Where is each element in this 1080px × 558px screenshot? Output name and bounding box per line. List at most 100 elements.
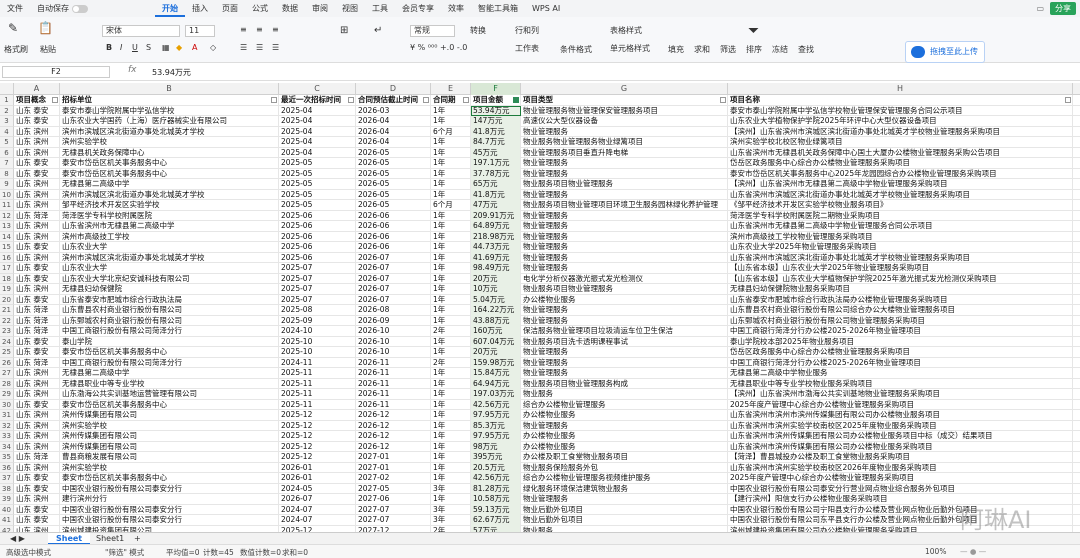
cell-style-button[interactable]: 单元格样式 (610, 43, 650, 54)
row-header[interactable]: 11 (0, 200, 14, 211)
table-cell[interactable]: 泰安市岱岳区机关事务服务中心 (60, 473, 279, 484)
row-header[interactable]: 14 (0, 231, 14, 242)
table-cell[interactable]: 2026-05 (356, 200, 431, 211)
table-cell[interactable]: 218.98万元 (471, 231, 521, 242)
table-cell[interactable]: 42.56万元 (471, 473, 521, 484)
table-cell[interactable]: 无棣县职业中等专业学校 (60, 378, 279, 389)
table-cell[interactable]: 中国工商银行股份有限公司菏泽分行 (60, 357, 279, 368)
table-cell[interactable]: 物业服务项目物业管理服务构成 (521, 378, 728, 389)
table-cell[interactable]: 山东 泰安 (14, 473, 60, 484)
table-cell[interactable]: 2026-06 (356, 231, 431, 242)
column-header-a[interactable]: A (14, 83, 60, 95)
table-cell[interactable]: 10.58万元 (471, 494, 521, 505)
table-cell[interactable]: 电化学分析仪器激光振式发光检测仪 (521, 273, 728, 284)
table-cell[interactable]: 物业管理服务项目垂直升降电梯 (521, 147, 728, 158)
table-cell[interactable]: 2025-07 (279, 284, 356, 295)
row-header[interactable]: 7 (0, 158, 14, 169)
table-cell[interactable]: 15.84万元 (471, 368, 521, 379)
menu-view[interactable]: 视图 (335, 0, 365, 17)
table-cell[interactable]: 45万元 (471, 147, 521, 158)
table-cell[interactable]: 山东 滨州 (14, 200, 60, 211)
table-cell[interactable]: 41.69万元 (471, 252, 521, 263)
table-cell[interactable]: 2026-12 (356, 410, 431, 421)
row-header[interactable]: 16 (0, 252, 14, 263)
table-cell[interactable]: 办公楼物业服务 (521, 410, 728, 421)
table-cell[interactable]: 建行滨州分行 (60, 494, 279, 505)
table-cell[interactable]: 物业管理服务 (521, 315, 728, 326)
header-cell[interactable]: 合同期 (431, 95, 471, 106)
row-header[interactable]: 34 (0, 441, 14, 452)
row-header[interactable]: 25 (0, 347, 14, 358)
table-cell[interactable]: 2025-07 (279, 294, 356, 305)
strikethrough-icon[interactable]: S (146, 43, 151, 52)
table-cell[interactable]: 2027-07 (356, 504, 431, 515)
table-cell[interactable]: 物业后勤外包项目 (521, 504, 728, 515)
table-cell[interactable]: 岱岳区政务服务中心综合办公楼物业管理服务采购项目 (728, 347, 1073, 358)
table-cell[interactable]: 山东 滨州 (14, 389, 60, 400)
upload-dropzone[interactable]: 拖拽至此上传 (905, 41, 985, 63)
table-cell[interactable]: 山东省泰安市肥城市综合行政执法局办公楼物业管理服务采购项目 (728, 294, 1073, 305)
align-center-icon[interactable]: ☰ (256, 43, 263, 52)
table-cell[interactable]: 98.49万元 (471, 263, 521, 274)
menu-home[interactable]: 开始 (155, 0, 185, 17)
format-painter-icon[interactable]: ✎ (8, 21, 18, 35)
table-cell[interactable]: 综合办公楼物业管理服务 (521, 399, 728, 410)
table-cell[interactable]: 53.94万元 (471, 105, 521, 116)
table-cell[interactable]: 2026-08 (356, 305, 431, 316)
table-cell[interactable]: 1年 (431, 452, 471, 463)
row-header[interactable]: 1 (0, 95, 14, 106)
table-cell[interactable]: 2027-01 (356, 462, 431, 473)
table-cell[interactable]: 山东省滨州市滨城区滨北街道办事处北城英才学校物业管理服务采购项目 (728, 189, 1073, 200)
table-cell[interactable]: 办公楼物业服务 (521, 431, 728, 442)
currency-icon[interactable]: ¥ % ⁰⁰⁰ +.0 -.0 (410, 43, 467, 52)
align-top-icon[interactable]: ≡ (240, 25, 247, 34)
filter-dropdown-icon[interactable] (1065, 97, 1071, 103)
table-cell[interactable]: 物业管理服务 (521, 347, 728, 358)
table-cell[interactable]: 山东 滨州 (14, 441, 60, 452)
table-cell[interactable]: 2025-12 (279, 410, 356, 421)
table-cell[interactable]: 山东 泰安 (14, 116, 60, 127)
table-cell[interactable]: 山东省滨州市无棣县第二高级中学 (60, 221, 279, 232)
row-header[interactable]: 21 (0, 305, 14, 316)
table-cell[interactable]: 1年 (431, 179, 471, 190)
table-cell[interactable]: 滨州市高级技工学校物业管理服务采购项目 (728, 231, 1073, 242)
table-cell[interactable]: 菏泽医学专科学校附属医院 (60, 210, 279, 221)
align-bottom-icon[interactable]: ≡ (272, 25, 279, 34)
table-cell[interactable]: 20万元 (471, 347, 521, 358)
table-cell[interactable]: 2025-05 (279, 189, 356, 200)
table-cell[interactable]: 山东 泰安 (14, 347, 60, 358)
align-left-icon[interactable]: ☰ (240, 43, 247, 52)
table-cell[interactable]: 山东 泰安 (14, 336, 60, 347)
table-cell[interactable]: 办公楼及职工食堂物业服务项目 (521, 452, 728, 463)
row-header[interactable]: 26 (0, 357, 14, 368)
table-cell[interactable]: 197.03万元 (471, 389, 521, 400)
table-cell[interactable]: 2026-07 (356, 273, 431, 284)
table-cell[interactable]: 2025-12 (279, 452, 356, 463)
table-cell[interactable]: 42.56万元 (471, 399, 521, 410)
row-header[interactable]: 2 (0, 105, 14, 116)
paste-label[interactable]: 粘贴 (40, 44, 56, 55)
table-cell[interactable]: 山东 菏泽 (14, 305, 60, 316)
table-cell[interactable]: 物业后勤外包项目 (521, 515, 728, 526)
table-cell[interactable]: 10万元 (471, 284, 521, 295)
table-cell[interactable]: 1年 (431, 137, 471, 148)
table-cell[interactable]: 高速仪公大型仪器设备 (521, 116, 728, 127)
table-cell[interactable]: 山东 滨州 (14, 126, 60, 137)
table-cell[interactable]: 41.8万元 (471, 126, 521, 137)
table-cell[interactable]: 2025-08 (279, 305, 356, 316)
table-cell[interactable]: 2024-05 (279, 483, 356, 494)
table-cell[interactable]: 滨州实验学校北校区物业绿篱项目 (728, 137, 1073, 148)
table-cell[interactable]: 2026-11 (356, 389, 431, 400)
table-cell[interactable]: 2025-06 (279, 210, 356, 221)
table-style-button[interactable]: 表格样式 (610, 25, 642, 36)
table-cell[interactable]: 物业管理服务 (521, 210, 728, 221)
table-cell[interactable]: 物业服务 (521, 389, 728, 400)
column-header-g[interactable]: G (521, 83, 728, 95)
table-cell[interactable]: 中国农业银行股份有限公司泰安分行 (60, 504, 279, 515)
row-header[interactable]: 32 (0, 420, 14, 431)
table-cell[interactable]: 滨州市高级技工学校 (60, 231, 279, 242)
table-cell[interactable]: 山东鄄城农村商业银行股份有限公司 (60, 315, 279, 326)
table-cell[interactable]: 2026-09 (356, 315, 431, 326)
table-cell[interactable]: 无棣县妇幼保健院 (60, 284, 279, 295)
table-cell[interactable]: 山东省滨州市滨州市滨州传媒集团有限公司办公楼物业服务项目 (728, 410, 1073, 421)
